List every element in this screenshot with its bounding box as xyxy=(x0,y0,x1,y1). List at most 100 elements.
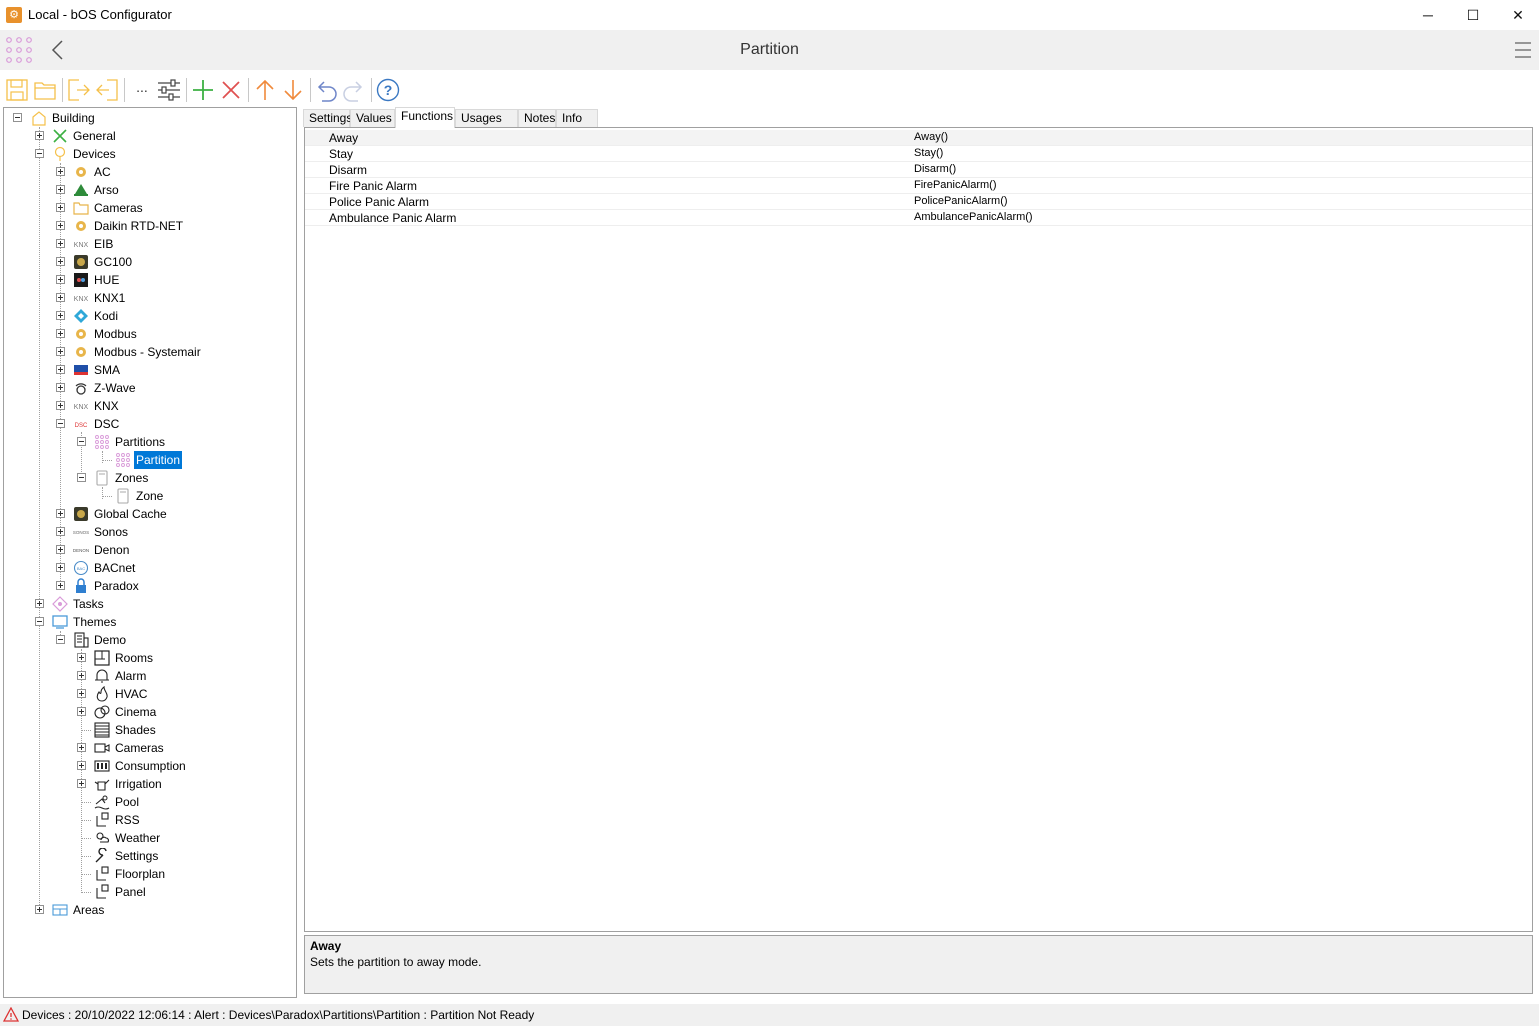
tree-node-knx1[interactable]: KNX KNX1 xyxy=(4,289,294,307)
tab-usages[interactable]: Usages (0) xyxy=(455,109,518,141)
add-icon[interactable] xyxy=(191,78,215,102)
tree-node-panel[interactable]: Panel xyxy=(4,883,294,901)
function-row[interactable]: Disarm Disarm() xyxy=(305,162,1532,178)
tab-values[interactable]: Values xyxy=(350,109,395,127)
expand-toggle[interactable] xyxy=(56,239,65,248)
collapse-toggle[interactable] xyxy=(77,437,86,446)
tree-node-hvac[interactable]: HVAC xyxy=(4,685,294,703)
help-icon[interactable]: ? xyxy=(376,78,400,102)
tree-node-general[interactable]: General xyxy=(4,127,294,145)
collapse-toggle[interactable] xyxy=(77,473,86,482)
tree-node-arso[interactable]: Arso xyxy=(4,181,294,199)
expand-toggle[interactable] xyxy=(77,671,86,680)
collapse-toggle[interactable] xyxy=(56,419,65,428)
tree-node-zones[interactable]: Zones xyxy=(4,469,294,487)
hamburger-menu-icon[interactable] xyxy=(1515,41,1531,59)
function-row[interactable]: Ambulance Panic Alarm AmbulancePanicAlarm… xyxy=(305,210,1532,226)
expand-toggle[interactable] xyxy=(77,761,86,770)
tree-node-areas[interactable]: Areas xyxy=(4,901,294,919)
function-row[interactable]: Fire Panic Alarm FirePanicAlarm() xyxy=(305,178,1532,194)
expand-toggle[interactable] xyxy=(35,599,44,608)
more-icon[interactable]: ... xyxy=(130,78,154,102)
expand-toggle[interactable] xyxy=(77,743,86,752)
tree-node-tasks[interactable]: Tasks xyxy=(4,595,294,613)
expand-toggle[interactable] xyxy=(56,275,65,284)
tree-node-kodi[interactable]: Kodi xyxy=(4,307,294,325)
tree-node-zone[interactable]: Zone xyxy=(4,487,294,505)
tree-node-zwave[interactable]: Z-Wave xyxy=(4,379,294,397)
save-icon[interactable] xyxy=(5,78,29,102)
tree-node-weather[interactable]: Weather xyxy=(4,829,294,847)
tree-node-hue[interactable]: HUE xyxy=(4,271,294,289)
function-row[interactable]: Stay Stay() xyxy=(305,146,1532,162)
functions-grid[interactable]: Away Away() Stay Stay() Disarm Disarm() Fir… xyxy=(304,127,1533,932)
tab-settings[interactable]: Settings xyxy=(303,109,352,127)
expand-toggle[interactable] xyxy=(56,329,65,338)
expand-toggle[interactable] xyxy=(56,203,65,212)
tree-node-bacnet[interactable]: BAC BACnet xyxy=(4,559,294,577)
tree-node-floorplan[interactable]: Floorplan xyxy=(4,865,294,883)
minimize-button[interactable]: ─ xyxy=(1405,0,1451,30)
tree-node-eib[interactable]: KNX EIB xyxy=(4,235,294,253)
tree-node-settings[interactable]: Settings xyxy=(4,847,294,865)
expand-toggle[interactable] xyxy=(56,221,65,230)
tree-node-shades[interactable]: Shades xyxy=(4,721,294,739)
tree-node-sma[interactable]: SMA xyxy=(4,361,294,379)
expand-toggle[interactable] xyxy=(56,401,65,410)
close-button[interactable]: ✕ xyxy=(1495,0,1539,30)
tree-node-modbus-systemair[interactable]: Modbus - Systemair xyxy=(4,343,294,361)
expand-toggle[interactable] xyxy=(35,131,44,140)
expand-toggle[interactable] xyxy=(56,185,65,194)
tree-node-global-cache[interactable]: Global Cache xyxy=(4,505,294,523)
tree-node-denon[interactable]: DENON Denon xyxy=(4,541,294,559)
tree-node-irrigation[interactable]: Irrigation xyxy=(4,775,294,793)
expand-toggle[interactable] xyxy=(56,509,65,518)
expand-toggle[interactable] xyxy=(77,689,86,698)
redo-icon[interactable] xyxy=(342,78,366,102)
tree-node-rss[interactable]: RSS xyxy=(4,811,294,829)
tab-info[interactable]: Info xyxy=(556,109,598,127)
maximize-button[interactable]: ☐ xyxy=(1450,0,1496,30)
expand-toggle[interactable] xyxy=(56,563,65,572)
tree-node-daikin[interactable]: Daikin RTD-NET xyxy=(4,217,294,235)
expand-toggle[interactable] xyxy=(56,167,65,176)
tree-node-devices[interactable]: Devices xyxy=(4,145,294,163)
function-row[interactable]: Away Away() xyxy=(305,130,1532,146)
tree-node-demo[interactable]: Demo xyxy=(4,631,294,649)
tree-node-partitions[interactable]: Partitions xyxy=(4,433,294,451)
tree-node-pool[interactable]: Pool xyxy=(4,793,294,811)
expand-toggle[interactable] xyxy=(56,545,65,554)
device-tree[interactable]: Building General Devices AC Arso Cameras… xyxy=(3,107,297,998)
expand-toggle[interactable] xyxy=(56,581,65,590)
undo-icon[interactable] xyxy=(314,78,338,102)
tree-node-partition[interactable]: Partition xyxy=(4,451,294,469)
collapse-toggle[interactable] xyxy=(56,635,65,644)
tab-functions[interactable]: Functions xyxy=(395,107,455,128)
tree-node-consumption[interactable]: Consumption xyxy=(4,757,294,775)
collapse-toggle[interactable] xyxy=(35,149,44,158)
tree-node-rooms[interactable]: Rooms xyxy=(4,649,294,667)
tree-node-modbus[interactable]: Modbus xyxy=(4,325,294,343)
expand-toggle[interactable] xyxy=(77,779,86,788)
tree-node-building[interactable]: Building xyxy=(4,109,294,127)
export-icon[interactable] xyxy=(95,78,119,102)
expand-toggle[interactable] xyxy=(56,383,65,392)
tree-node-sonos[interactable]: SONOS Sonos xyxy=(4,523,294,541)
move-down-icon[interactable] xyxy=(281,78,305,102)
collapse-toggle[interactable] xyxy=(35,617,44,626)
move-up-icon[interactable] xyxy=(253,78,277,102)
tree-node-dsc[interactable]: DSC DSC xyxy=(4,415,294,433)
open-folder-icon[interactable] xyxy=(33,78,57,102)
expand-toggle[interactable] xyxy=(35,905,44,914)
expand-toggle[interactable] xyxy=(77,653,86,662)
import-icon[interactable] xyxy=(67,78,91,102)
tree-node-cinema[interactable]: Cinema xyxy=(4,703,294,721)
expand-toggle[interactable] xyxy=(56,257,65,266)
function-row[interactable]: Police Panic Alarm PolicePanicAlarm() xyxy=(305,194,1532,210)
tab-notes[interactable]: Notes xyxy=(518,109,556,127)
tree-node-gc100[interactable]: GC100 xyxy=(4,253,294,271)
expand-toggle[interactable] xyxy=(56,293,65,302)
tree-node-paradox[interactable]: Paradox xyxy=(4,577,294,595)
expand-toggle[interactable] xyxy=(56,365,65,374)
properties-sliders-icon[interactable] xyxy=(157,78,181,102)
